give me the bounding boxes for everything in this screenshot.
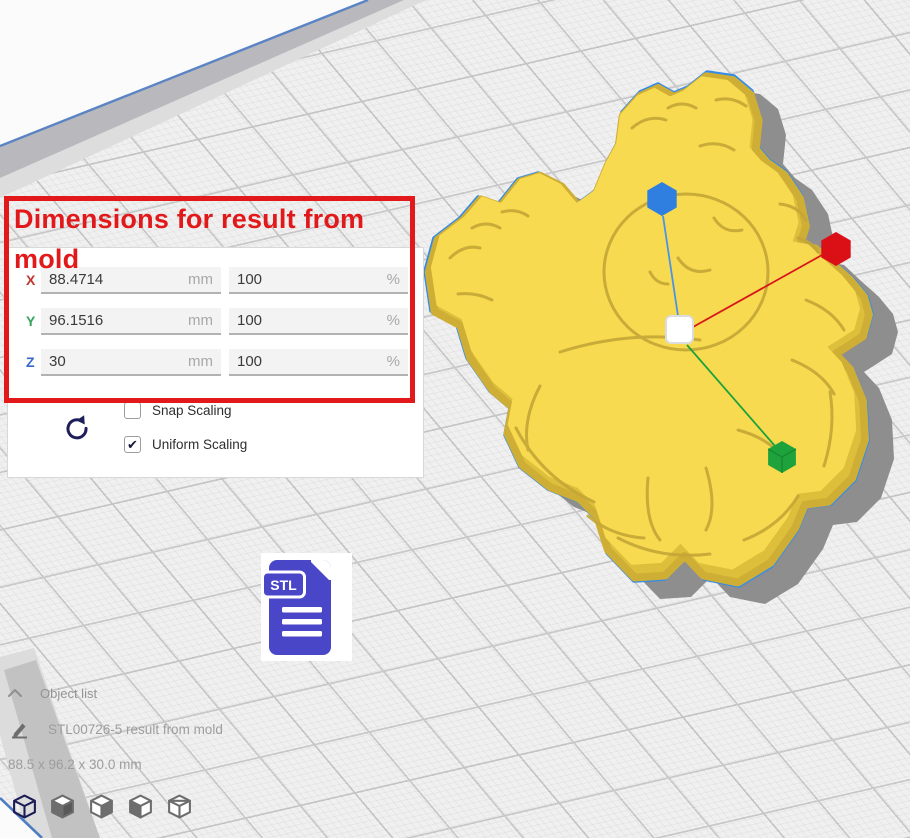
view-3d-icon	[11, 792, 38, 820]
axis-z-label: Z	[26, 354, 35, 370]
y-percent-unit: %	[387, 312, 400, 329]
uniform-scaling-label: Uniform Scaling	[152, 437, 247, 452]
stl-document-icon: STL	[261, 553, 352, 661]
view-right-button[interactable]	[88, 792, 115, 820]
z-size-field[interactable]: mm	[41, 349, 221, 376]
gizmo-center-handle[interactable]	[666, 316, 693, 343]
view-solid-icon	[49, 792, 76, 820]
reset-icon	[63, 413, 91, 443]
z-percent-field[interactable]: %	[229, 349, 408, 376]
view-left-button[interactable]	[127, 792, 154, 820]
y-size-field[interactable]: mm	[41, 308, 221, 335]
z-percent-unit: %	[387, 353, 400, 370]
dimension-row-y: Y mm %	[8, 308, 423, 335]
y-percent-input[interactable]	[237, 312, 347, 329]
snap-scaling-label: Snap Scaling	[152, 403, 232, 418]
view-top-button[interactable]	[166, 792, 193, 820]
y-size-input[interactable]	[49, 312, 159, 329]
z-size-input[interactable]	[49, 353, 159, 370]
collapse-chevron-icon[interactable]	[7, 687, 23, 699]
object-list-item[interactable]: STL00726-5 result from mold	[48, 722, 223, 737]
view-top-icon	[166, 792, 193, 820]
view-left-icon	[127, 792, 154, 820]
y-size-unit: mm	[188, 312, 213, 329]
object-list-header[interactable]: Object list	[40, 686, 97, 701]
model-mold[interactable]	[425, 72, 872, 586]
uniform-scaling-checkbox[interactable]: ✔	[124, 436, 141, 453]
view-3d-button[interactable]	[11, 792, 38, 820]
snap-scaling-checkbox[interactable]	[124, 402, 141, 419]
axis-y-label: Y	[26, 313, 35, 329]
edit-pencil-icon	[10, 720, 30, 740]
view-solid-button[interactable]	[49, 792, 76, 820]
y-percent-field[interactable]: %	[229, 308, 408, 335]
dimension-row-z: Z mm %	[8, 349, 423, 376]
annotation-title: Dimensions for result from mold	[14, 199, 414, 279]
scale-tool-panel: X mm % Y mm % Z mm	[7, 247, 424, 478]
uniform-scaling-row: ✔ Uniform Scaling	[124, 436, 247, 453]
snap-scaling-row: Snap Scaling	[124, 402, 232, 419]
stl-label: STL	[270, 577, 297, 593]
stl-file-thumbnail: STL	[261, 553, 352, 661]
z-percent-input[interactable]	[237, 353, 347, 370]
view-right-icon	[88, 792, 115, 820]
buildplate-edge-top	[0, 0, 426, 198]
application-window: X mm % Y mm % Z mm	[0, 0, 910, 838]
model-dimensions-summary: 88.5 x 96.2 x 30.0 mm	[8, 757, 142, 772]
reset-scale-button[interactable]	[63, 413, 91, 443]
z-size-unit: mm	[188, 353, 213, 370]
